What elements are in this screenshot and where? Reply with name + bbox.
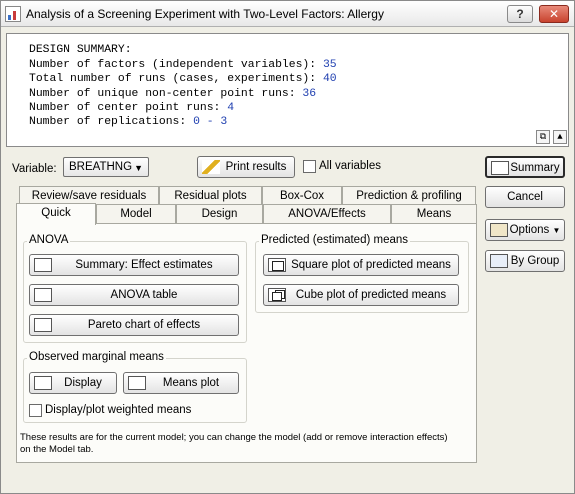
tab-means[interactable]: Means: [391, 204, 477, 224]
tab-residual-plots[interactable]: Residual plots: [159, 186, 262, 206]
all-variables-checkbox[interactable]: [303, 160, 316, 173]
options-icon: [490, 223, 508, 237]
tab-panel-quick: ANOVA Summary: Effect estimates ANOVA ta…: [16, 223, 477, 463]
weighted-means-label: Display/plot weighted means: [45, 404, 192, 416]
pareto-chart-icon: [34, 318, 52, 332]
summary-line: Number of replications: 0 - 3: [29, 116, 228, 128]
options-button[interactable]: Options ▼: [485, 219, 565, 241]
cube-plot-button[interactable]: Cube plot of predicted means: [263, 284, 459, 306]
summary-line: Number of factors (independent variables…: [29, 59, 337, 71]
anova-group-title: ANOVA: [27, 234, 71, 246]
variable-select[interactable]: BREATHNG ▼: [63, 157, 149, 177]
copy-icon[interactable]: ⧉: [536, 130, 550, 144]
design-summary-output: DESIGN SUMMARY: Number of factors (indep…: [6, 33, 569, 147]
tab-box-cox[interactable]: Box-Cox: [262, 186, 342, 206]
predicted-means-group-title: Predicted (estimated) means: [259, 234, 411, 246]
summary-line: Total number of runs (cases, experiments…: [29, 73, 337, 85]
summary-button[interactable]: Summary: [485, 156, 565, 178]
print-results-button[interactable]: Print results: [197, 156, 295, 178]
means-plot-button[interactable]: Means plot: [123, 372, 239, 394]
display-button[interactable]: Display: [29, 372, 117, 394]
table-icon: [34, 288, 52, 302]
variable-value: BREATHNG: [69, 161, 133, 173]
table-icon: [34, 376, 52, 390]
tab-anova-effects[interactable]: ANOVA/Effects: [263, 204, 391, 224]
summary-effect-estimates-button[interactable]: Summary: Effect estimates: [29, 254, 239, 276]
window-title: Analysis of a Screening Experiment with …: [26, 7, 384, 21]
model-note-line1: These results are for the current model;…: [20, 432, 448, 443]
pareto-chart-button[interactable]: Pareto chart of effects: [29, 314, 239, 336]
close-button[interactable]: ✕: [539, 5, 569, 23]
by-group-icon: [490, 254, 508, 268]
anova-table-button[interactable]: ANOVA table: [29, 284, 239, 306]
by-group-button[interactable]: By Group: [485, 250, 565, 272]
square-plot-icon: [268, 258, 286, 272]
tab-model[interactable]: Model: [96, 204, 176, 224]
table-icon: [491, 161, 509, 175]
tab-quick[interactable]: Quick: [16, 203, 96, 225]
all-variables-label: All variables: [319, 160, 381, 172]
chevron-down-icon: ▼: [134, 163, 143, 173]
weighted-means-checkbox[interactable]: [29, 404, 42, 417]
help-button[interactable]: ?: [507, 5, 533, 23]
tab-prediction-profiling[interactable]: Prediction & profiling: [342, 186, 476, 206]
observed-means-group-title: Observed marginal means: [27, 351, 166, 363]
summary-line: Number of center point runs: 4: [29, 102, 235, 114]
dialog-window: Analysis of a Screening Experiment with …: [0, 0, 575, 494]
expand-up-icon[interactable]: ▲: [553, 130, 567, 144]
variable-label: Variable:: [12, 163, 57, 175]
means-plot-icon: [128, 376, 146, 390]
summary-line: Number of unique non-center point runs: …: [29, 88, 317, 100]
cube-plot-icon: [268, 288, 286, 302]
cancel-button[interactable]: Cancel: [485, 186, 565, 208]
model-note-line2: on the Model tab.: [20, 444, 94, 455]
tab-design[interactable]: Design: [176, 204, 263, 224]
table-icon: [34, 258, 52, 272]
summary-heading: DESIGN SUMMARY:: [29, 44, 132, 56]
pencil-icon: [202, 160, 220, 174]
app-chart-icon: [5, 6, 21, 22]
title-bar: Analysis of a Screening Experiment with …: [1, 1, 574, 27]
square-plot-button[interactable]: Square plot of predicted means: [263, 254, 459, 276]
chevron-down-icon: ▼: [552, 226, 561, 235]
